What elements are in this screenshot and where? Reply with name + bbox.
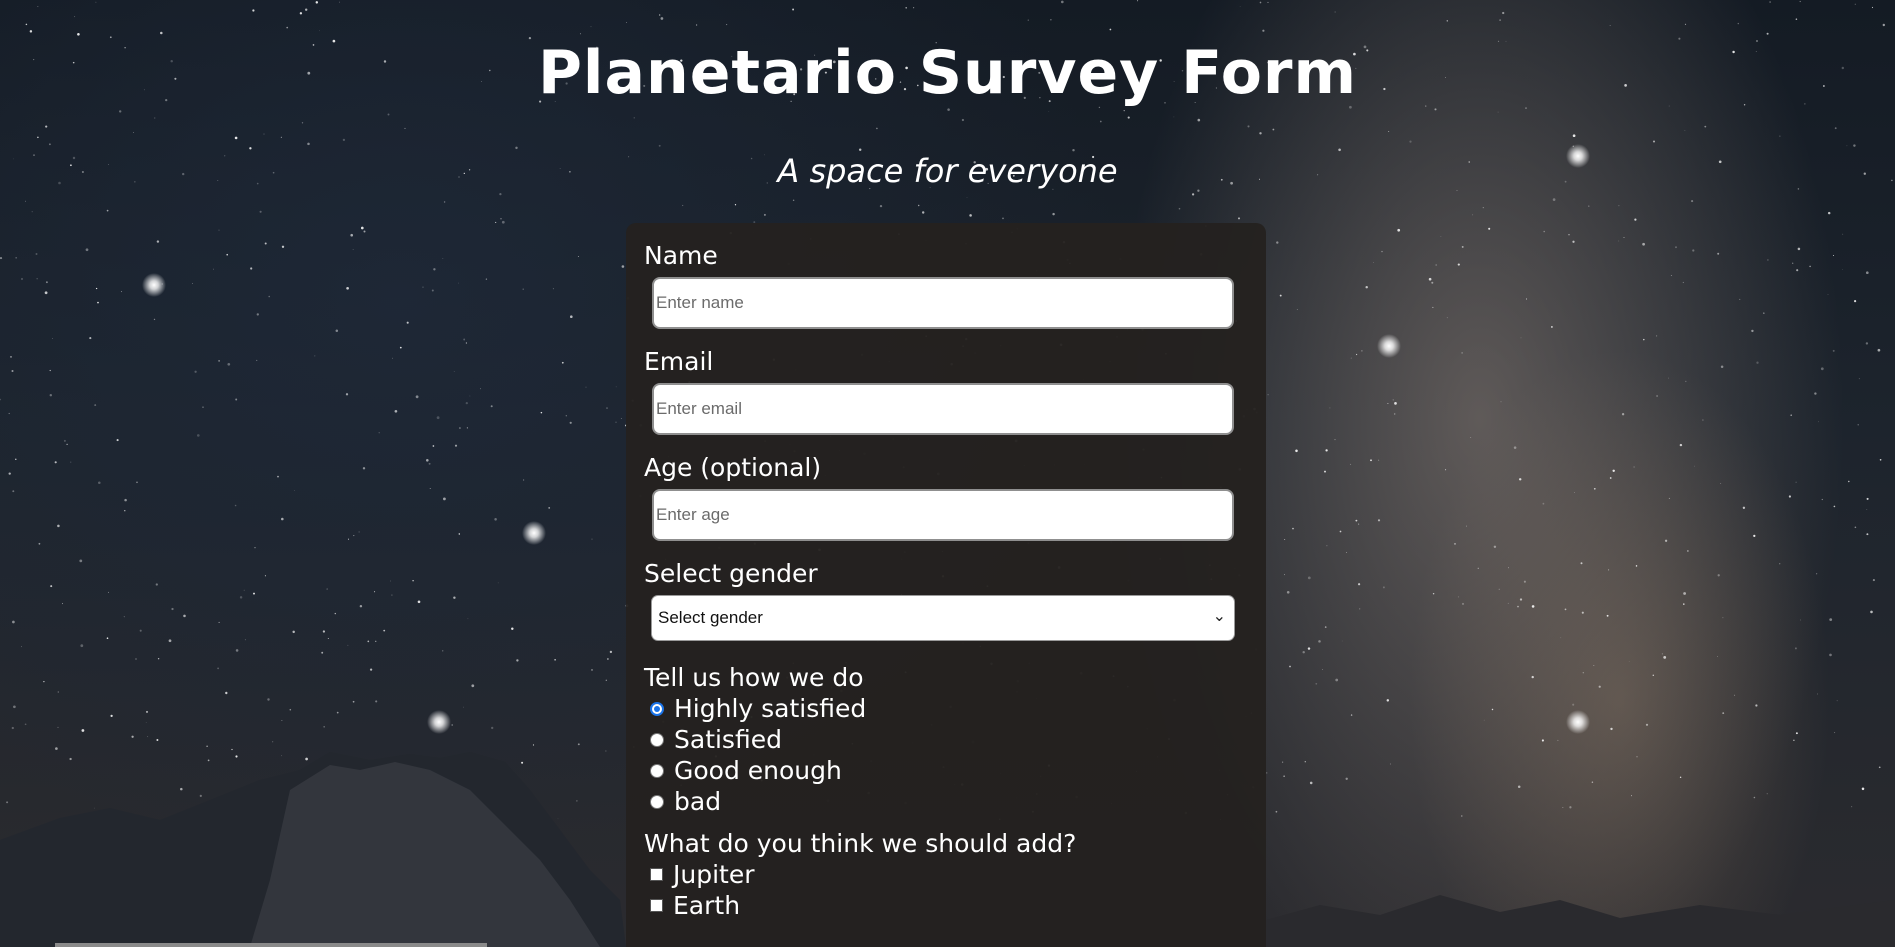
rating-option-good-enough[interactable]: Good enough bbox=[644, 755, 1246, 786]
addition-option-earth[interactable]: Earth bbox=[644, 890, 1246, 921]
rating-option-satisfied[interactable]: Satisfied bbox=[644, 724, 1246, 755]
radio-button[interactable] bbox=[650, 763, 664, 778]
gender-select-value: Select gender bbox=[658, 608, 763, 627]
age-label: Age (optional) bbox=[644, 453, 822, 482]
age-input[interactable] bbox=[652, 489, 1234, 541]
radio-button[interactable] bbox=[650, 732, 664, 747]
rating-option-label: bad bbox=[674, 787, 722, 816]
addition-option-jupiter[interactable]: Jupiter bbox=[644, 859, 1246, 890]
additions-title: What do you think we should add? bbox=[644, 829, 1077, 858]
rating-option-highly-satisfied[interactable]: Highly satisfied bbox=[644, 693, 1246, 724]
name-label: Name bbox=[644, 241, 718, 270]
rating-option-label: Good enough bbox=[674, 756, 842, 785]
radio-button[interactable] bbox=[650, 794, 664, 809]
checkbox[interactable] bbox=[650, 868, 663, 881]
email-label: Email bbox=[644, 347, 714, 376]
rating-title: Tell us how we do bbox=[644, 663, 864, 692]
gender-select[interactable]: Select gender ⌄ bbox=[651, 595, 1235, 641]
addition-option-label: Jupiter bbox=[673, 860, 755, 889]
rating-option-bad[interactable]: bad bbox=[644, 786, 1246, 817]
chevron-down-icon: ⌄ bbox=[1212, 608, 1226, 625]
survey-form: Name Email Age (optional) Select gender … bbox=[626, 223, 1266, 947]
checkbox[interactable] bbox=[650, 899, 663, 912]
gender-label: Select gender bbox=[644, 559, 818, 588]
page-subtitle: A space for everyone bbox=[777, 152, 1118, 190]
email-input[interactable] bbox=[652, 383, 1234, 435]
page-title: Planetario Survey Form bbox=[537, 38, 1358, 108]
horizontal-scrollbar[interactable] bbox=[55, 943, 487, 947]
radio-button-checked[interactable] bbox=[650, 701, 664, 716]
rating-option-label: Highly satisfied bbox=[674, 694, 867, 723]
addition-option-label: Earth bbox=[673, 891, 741, 920]
rating-option-label: Satisfied bbox=[674, 725, 782, 754]
name-input[interactable] bbox=[652, 277, 1234, 329]
